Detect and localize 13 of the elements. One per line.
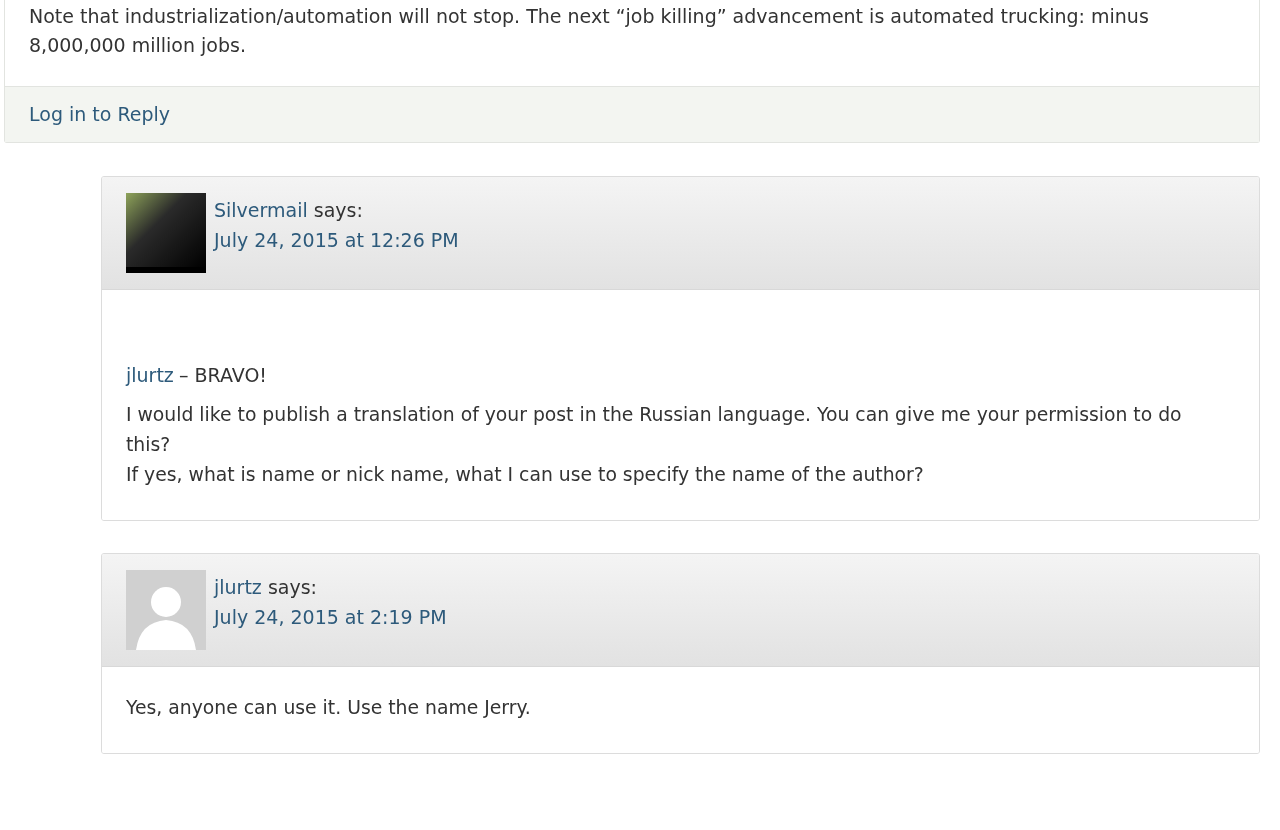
- mention-link[interactable]: jlurtz: [126, 364, 174, 386]
- log-in-to-reply-link[interactable]: Log in to Reply: [29, 103, 171, 125]
- author-link[interactable]: Silvermail: [214, 199, 308, 221]
- comment-text: Yes, anyone can use it. Use the name Jerry.: [126, 696, 532, 720]
- comment-text: Note that industrialization/automation will not stop. The next “job killing” advancement is automated trucking: minus 8,000,000 million jobs.: [28, 4, 1150, 58]
- comment-date-link[interactable]: July 24, 2015 at 2:19 PM: [214, 606, 447, 628]
- says-label: says:: [313, 199, 363, 221]
- says-label: says:: [267, 576, 317, 598]
- author-link[interactable]: jlurtz: [214, 576, 262, 598]
- comment-text: I would like to publish a translation of your post in the Russian language. You can give me your permission to do this? If yes, what is name or nick name, what I can use to specify the name of the author?: [126, 403, 1183, 487]
- comment-text: – BRAVO!: [178, 364, 267, 386]
- comment-date-link[interactable]: July 24, 2015 at 12:26 PM: [214, 229, 459, 251]
- avatar-silhouette-icon: [126, 570, 206, 650]
